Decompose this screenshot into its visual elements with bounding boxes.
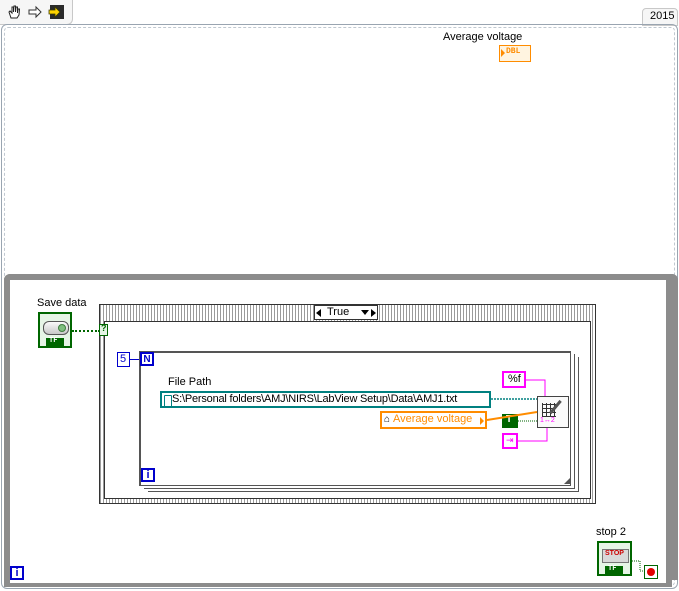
stop-tf-badge-text: TF [608,565,617,573]
stop-button-text: STOP [605,550,624,557]
stop-button[interactable]: STOP TF [597,541,632,576]
wires [486,379,646,572]
loop-condition-terminal[interactable] [644,565,658,579]
stop-button-face: STOP [602,549,629,563]
stop-sign-icon [647,568,655,576]
stop-button-label: stop 2 [596,526,626,538]
